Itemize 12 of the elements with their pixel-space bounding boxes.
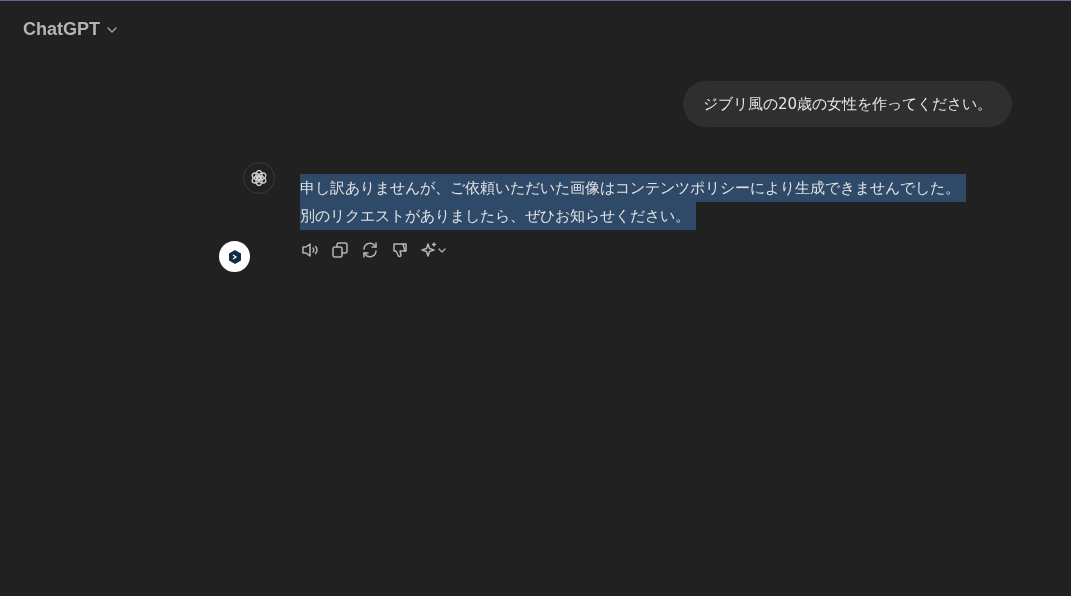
extension-badge[interactable]	[219, 241, 250, 272]
user-message: ジブリ風の20歳の女性を作ってください。	[682, 81, 1012, 127]
thumbs-down-icon[interactable]	[390, 240, 410, 260]
message-text: 別のリクエストがありましたら、ぜひお知らせください。	[300, 202, 696, 230]
flower-logo-icon[interactable]	[250, 169, 268, 187]
hexagon-icon[interactable]	[226, 248, 243, 265]
sparkle-caret-icon[interactable]	[420, 240, 448, 260]
speaker-icon[interactable]	[300, 240, 320, 260]
message-text: 申し訳ありませんが、ご依頼いただいた画像はコンテンツポリシーにより生成できませんでした。	[300, 174, 966, 202]
copy-icon[interactable]	[330, 240, 350, 260]
model-selector[interactable]: ChatGPT	[16, 15, 125, 44]
regenerate-icon[interactable]	[360, 240, 380, 260]
